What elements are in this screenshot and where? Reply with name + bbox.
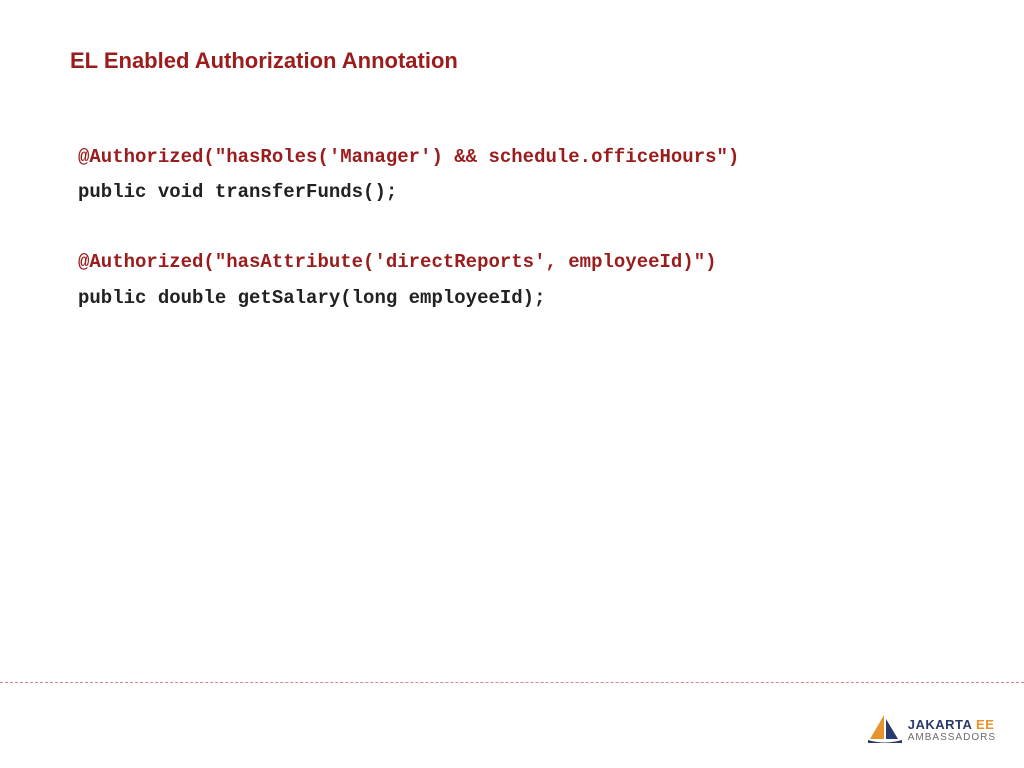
logo-brand: JAKARTA bbox=[908, 717, 972, 732]
code-annotation-2: @Authorized("hasAttribute('directReports… bbox=[78, 251, 717, 273]
code-annotation-1: @Authorized("hasRoles('Manager') && sche… bbox=[78, 146, 739, 168]
logo-brand-line: JAKARTA EE bbox=[908, 718, 996, 731]
slide: EL Enabled Authorization Annotation @Aut… bbox=[0, 0, 1024, 768]
sail-icon bbox=[868, 713, 902, 748]
logo-subtitle: AMBASSADORS bbox=[908, 733, 996, 743]
code-signature-1: public void transferFunds(); bbox=[78, 181, 397, 203]
code-block: @Authorized("hasRoles('Manager') && sche… bbox=[78, 140, 739, 316]
logo-suffix: EE bbox=[976, 717, 994, 732]
jakarta-ee-logo: JAKARTA EE AMBASSADORS bbox=[868, 713, 996, 748]
slide-title: EL Enabled Authorization Annotation bbox=[70, 48, 458, 74]
footer-divider bbox=[0, 682, 1024, 683]
code-signature-2: public double getSalary(long employeeId)… bbox=[78, 287, 545, 309]
logo-text: JAKARTA EE AMBASSADORS bbox=[908, 718, 996, 743]
